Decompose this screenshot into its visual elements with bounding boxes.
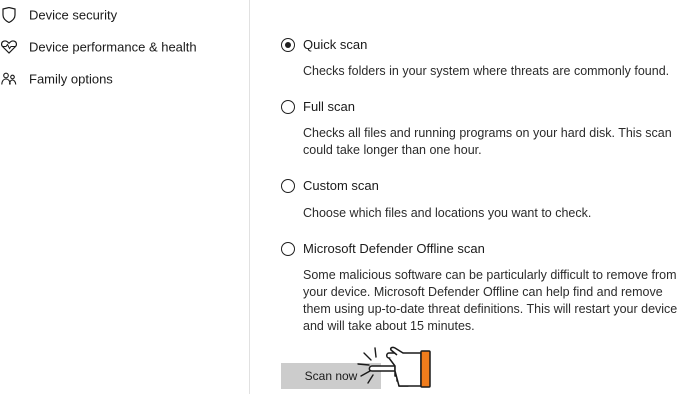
sidebar-item-label: Device performance & health (29, 39, 197, 55)
scan-options-panel: Quick scan Checks folders in your system… (250, 0, 700, 394)
heart-icon (0, 38, 18, 56)
custom-scan-radio[interactable] (281, 179, 295, 193)
quick-scan-label[interactable]: Quick scan (303, 37, 367, 52)
family-icon (0, 70, 18, 88)
offline-scan-description: Some malicious software can be particula… (303, 268, 678, 333)
custom-scan-description: Choose which files and locations you wan… (303, 206, 592, 220)
sidebar-item-device-performance[interactable]: Device performance & health (0, 34, 249, 60)
hand-cuff (420, 350, 431, 388)
sidebar-item-family-options[interactable]: Family options (0, 66, 249, 92)
sidebar-item-label: Device security (29, 7, 118, 23)
windows-security-scan-options: Device security Device performance & hea… (0, 0, 700, 394)
offline-scan-radio[interactable] (281, 242, 295, 256)
custom-scan-label[interactable]: Custom scan (303, 178, 379, 193)
full-scan-description: Checks all files and running programs on… (303, 126, 672, 157)
sidebar-item-label: Family options (29, 71, 113, 87)
full-scan-radio[interactable] (281, 100, 295, 114)
sidebar: Device security Device performance & hea… (0, 0, 250, 394)
full-scan-label[interactable]: Full scan (303, 99, 355, 114)
offline-scan-label[interactable]: Microsoft Defender Offline scan (303, 241, 485, 256)
quick-scan-description: Checks folders in your system where thre… (303, 64, 670, 78)
sidebar-item-device-security[interactable]: Device security (0, 2, 249, 28)
shield-icon (0, 6, 18, 24)
quick-scan-radio[interactable] (281, 38, 295, 52)
pointing-hand-icon (357, 346, 431, 388)
